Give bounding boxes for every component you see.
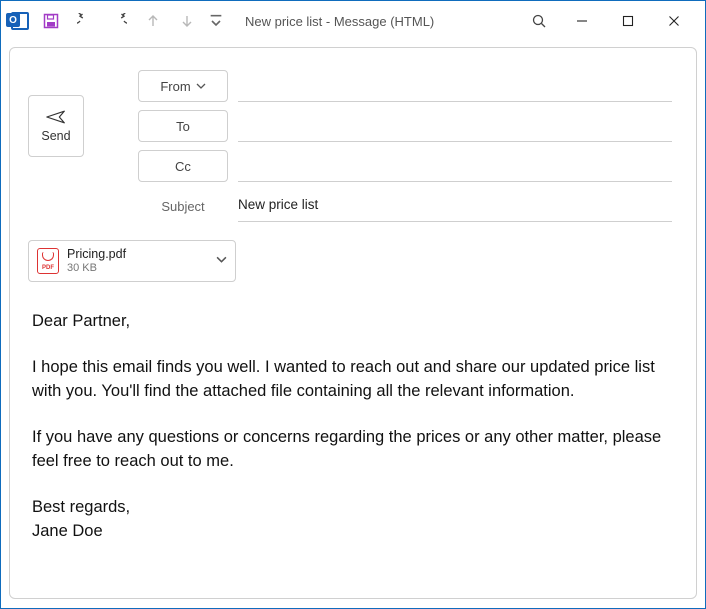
- from-field[interactable]: [238, 70, 672, 102]
- up-arrow-icon[interactable]: [139, 7, 167, 35]
- save-icon[interactable]: [37, 7, 65, 35]
- window-title: New price list - Message (HTML): [245, 14, 434, 29]
- message-body[interactable]: Dear Partner, I hope this email finds yo…: [10, 282, 696, 543]
- subject-field[interactable]: New price list: [238, 190, 672, 222]
- from-button[interactable]: From: [138, 70, 228, 102]
- send-button[interactable]: Send: [28, 95, 84, 157]
- maximize-button[interactable]: [605, 5, 651, 37]
- close-button[interactable]: [651, 5, 697, 37]
- attachment-menu-chevron-icon[interactable]: [216, 252, 227, 270]
- minimize-button[interactable]: [559, 5, 605, 37]
- body-paragraph: I hope this email finds you well. I want…: [32, 356, 674, 404]
- from-label: From: [160, 79, 190, 94]
- body-closing: Best regards,: [32, 496, 674, 520]
- to-field[interactable]: [238, 110, 672, 142]
- subject-label: Subject: [138, 199, 228, 214]
- title-bar: O New price list - Message (HTML): [1, 1, 705, 41]
- outlook-app-icon: O: [9, 10, 31, 32]
- body-greeting: Dear Partner,: [32, 310, 674, 334]
- send-icon: [46, 109, 66, 125]
- body-paragraph: If you have any questions or concerns re…: [32, 426, 674, 474]
- down-arrow-icon[interactable]: [173, 7, 201, 35]
- cc-label: Cc: [175, 159, 191, 174]
- to-button[interactable]: To: [138, 110, 228, 142]
- undo-icon[interactable]: [71, 7, 99, 35]
- pdf-file-icon: PDF: [37, 248, 59, 274]
- cc-button[interactable]: Cc: [138, 150, 228, 182]
- cc-field[interactable]: [238, 150, 672, 182]
- to-label: To: [176, 119, 190, 134]
- attachment-chip[interactable]: PDF Pricing.pdf 30 KB: [28, 240, 236, 282]
- quick-access-customize-icon[interactable]: [207, 7, 225, 35]
- redo-icon[interactable]: [105, 7, 133, 35]
- compose-panel: Send From To Cc Subject New price list P…: [9, 47, 697, 599]
- chevron-down-icon: [196, 81, 206, 91]
- body-signature: Jane Doe: [32, 520, 674, 544]
- attachment-filename: Pricing.pdf: [67, 247, 208, 261]
- send-label: Send: [41, 129, 70, 143]
- search-icon[interactable]: [519, 7, 559, 35]
- attachment-size: 30 KB: [67, 262, 208, 275]
